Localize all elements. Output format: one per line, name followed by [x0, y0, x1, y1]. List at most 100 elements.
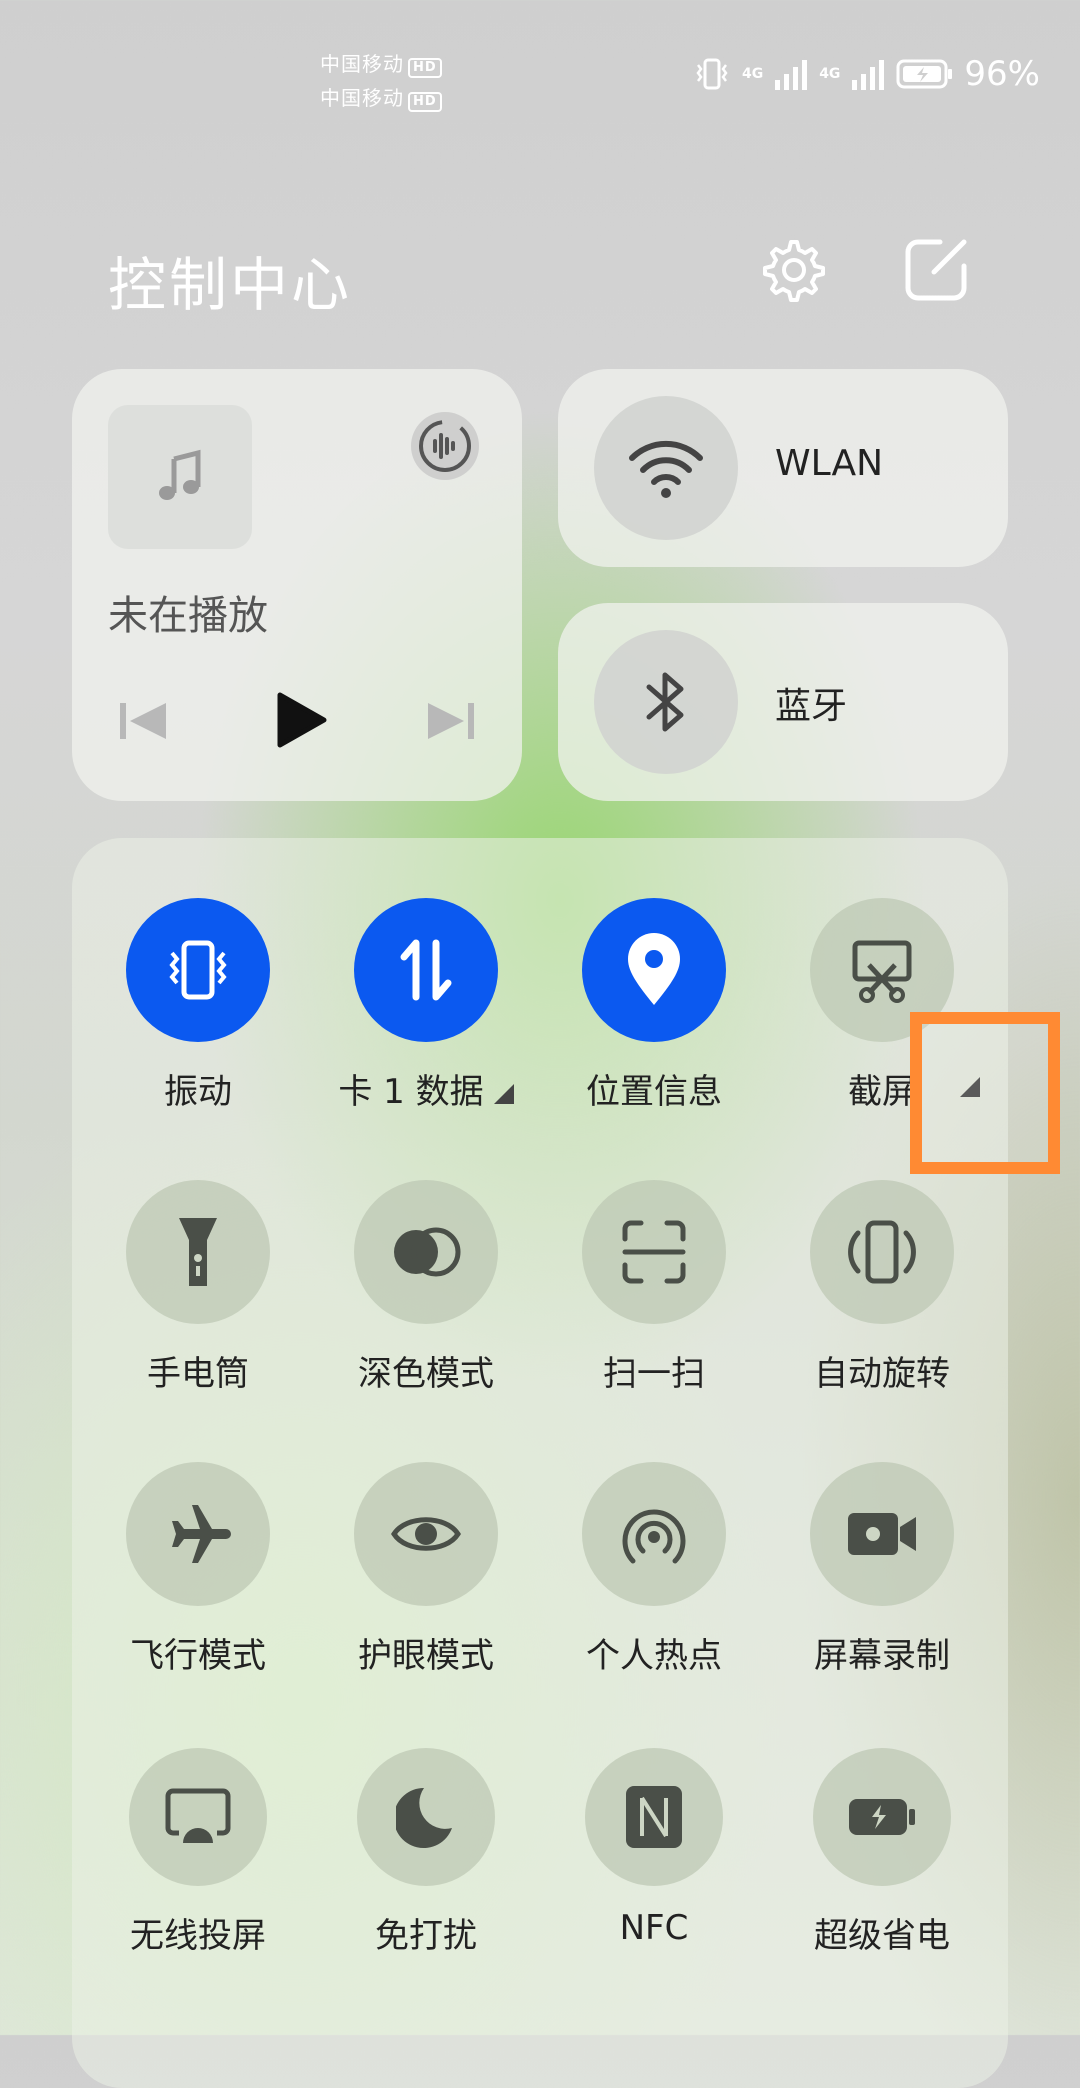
- edit-button[interactable]: [900, 234, 972, 306]
- battery-percent: 96%: [964, 54, 1040, 94]
- tile-label: 自动旋转: [814, 1354, 950, 1394]
- wlan-label: WLAN: [775, 443, 884, 484]
- media-player-card[interactable]: 未在播放: [72, 369, 522, 801]
- wlan-card[interactable]: WLAN: [558, 369, 1008, 567]
- airplane-icon: [172, 1505, 231, 1563]
- bluetooth-toggle[interactable]: [594, 630, 738, 774]
- do-not-disturb-toggle[interactable]: [357, 1748, 495, 1886]
- settings-button[interactable]: [755, 234, 827, 306]
- expand-triangle-icon[interactable]: [493, 1083, 514, 1104]
- tile-label: 扫一扫: [603, 1354, 705, 1394]
- eye-icon: [391, 1517, 461, 1551]
- dark-mode-toggle[interactable]: [354, 1180, 498, 1324]
- tile-label: 免打扰: [375, 1916, 477, 1956]
- bluetooth-card[interactable]: 蓝牙: [558, 603, 1008, 801]
- tile-nfc[interactable]: NFC: [540, 1748, 768, 1948]
- signal-icon: [775, 60, 808, 90]
- wifi-icon: [629, 440, 703, 498]
- moon-icon: [396, 1787, 452, 1848]
- wireless-cast-toggle[interactable]: [129, 1748, 267, 1886]
- location-icon: [628, 933, 680, 1005]
- previous-button[interactable]: [118, 699, 168, 747]
- tile-dark-mode[interactable]: 深色模式: [312, 1180, 540, 1395]
- album-art: [108, 405, 252, 549]
- vibrate-toggle[interactable]: [126, 898, 270, 1042]
- tile-label: NFC: [619, 1908, 689, 1948]
- music-note-icon: [159, 449, 201, 500]
- tile-do-not-disturb[interactable]: 免打扰: [312, 1748, 540, 1957]
- tile-screen-record[interactable]: 屏幕录制: [768, 1462, 996, 1677]
- tile-label: 屏幕录制: [814, 1636, 950, 1676]
- tile-auto-rotate[interactable]: 自动旋转: [768, 1180, 996, 1395]
- edit-icon: [905, 239, 967, 301]
- audio-wave-icon: [411, 412, 479, 480]
- hotspot-icon: [622, 1509, 686, 1564]
- battery-saver-icon: [849, 1799, 915, 1835]
- scan-icon: [622, 1220, 686, 1284]
- tile-label: 飞行模式: [130, 1636, 266, 1676]
- playback-status: 未在播放: [108, 593, 268, 639]
- tile-label: 无线投屏: [130, 1916, 266, 1956]
- tile-label: 超级省电: [814, 1916, 950, 1956]
- mobile-data-icon: [400, 939, 452, 1001]
- tile-hotspot[interactable]: 个人热点: [540, 1462, 768, 1677]
- battery-icon: [896, 59, 953, 89]
- scan-toggle[interactable]: [582, 1180, 726, 1324]
- page-title: 控制中心: [108, 251, 353, 319]
- tile-mobile-data[interactable]: 卡 1 数据: [312, 898, 540, 1113]
- tile-super-power-saving[interactable]: 超级省电: [768, 1748, 996, 1957]
- tile-label: 卡 1 数据: [312, 1064, 540, 1113]
- tile-label: 手电筒: [147, 1354, 249, 1394]
- screenshot-icon: [852, 940, 912, 1003]
- cast-icon: [165, 1788, 231, 1843]
- highlight-box: [910, 1012, 1060, 1174]
- tile-label: 深色模式: [358, 1354, 494, 1394]
- gear-icon: [763, 240, 825, 302]
- flashlight-icon: [179, 1218, 217, 1286]
- power-saving-toggle[interactable]: [813, 1748, 951, 1886]
- hd-badge: HD: [408, 58, 442, 78]
- hd-badge: HD: [408, 92, 442, 112]
- eye-comfort-toggle[interactable]: [354, 1462, 498, 1606]
- play-icon: [277, 692, 327, 748]
- flashlight-toggle[interactable]: [126, 1180, 270, 1324]
- nfc-icon: [626, 1786, 682, 1848]
- vibrate-icon: [169, 940, 227, 1000]
- tile-location[interactable]: 位置信息: [540, 898, 768, 1113]
- location-toggle[interactable]: [582, 898, 726, 1042]
- mobile-data-toggle[interactable]: [354, 898, 498, 1042]
- network-type-2: 4G: [819, 66, 841, 82]
- hotspot-toggle[interactable]: [582, 1462, 726, 1606]
- tile-wireless-cast[interactable]: 无线投屏: [84, 1748, 312, 1957]
- vibrate-status-icon: [696, 58, 728, 90]
- auto-rotate-toggle[interactable]: [810, 1180, 954, 1324]
- screen-record-icon: [848, 1513, 916, 1555]
- carrier-2: 中国移动 HD: [320, 82, 442, 112]
- screen-record-toggle[interactable]: [810, 1462, 954, 1606]
- tile-flashlight[interactable]: 手电筒: [84, 1180, 312, 1395]
- skip-next-icon: [428, 703, 474, 739]
- wlan-toggle[interactable]: [594, 396, 738, 540]
- status-icons: 4G 4G 96%: [692, 54, 1040, 94]
- tile-airplane[interactable]: 飞行模式: [84, 1462, 312, 1677]
- tile-label: 位置信息: [586, 1072, 722, 1112]
- tile-label: 个人热点: [586, 1636, 722, 1676]
- nfc-toggle[interactable]: [585, 1748, 723, 1886]
- next-button[interactable]: [426, 699, 476, 747]
- carrier-1: 中国移动 HD: [320, 48, 442, 78]
- bluetooth-label: 蓝牙: [775, 686, 848, 727]
- tile-label: 护眼模式: [358, 1636, 494, 1676]
- airplane-toggle[interactable]: [126, 1462, 270, 1606]
- audio-output-button[interactable]: [410, 411, 480, 481]
- bluetooth-icon: [646, 672, 684, 732]
- signal-icon: [852, 60, 885, 90]
- play-button[interactable]: [276, 691, 328, 753]
- tile-scan[interactable]: 扫一扫: [540, 1180, 768, 1395]
- auto-rotate-icon: [848, 1220, 916, 1284]
- tile-vibrate[interactable]: 振动: [84, 898, 312, 1113]
- dark-mode-icon: [394, 1227, 461, 1277]
- skip-previous-icon: [120, 703, 166, 739]
- tile-eye-comfort[interactable]: 护眼模式: [312, 1462, 540, 1677]
- tile-label: 振动: [164, 1072, 232, 1112]
- network-type-1: 4G: [741, 66, 764, 82]
